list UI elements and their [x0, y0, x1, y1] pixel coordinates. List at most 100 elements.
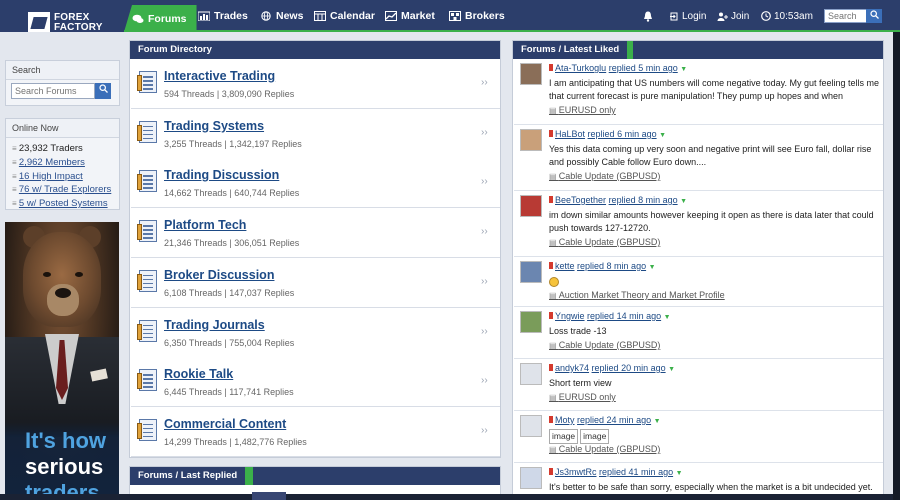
- forum-document-icon: [137, 269, 159, 294]
- post-username[interactable]: kette: [555, 261, 575, 271]
- clock-display[interactable]: 10:53am: [761, 0, 813, 32]
- post-username[interactable]: Moty: [555, 415, 575, 425]
- chevron-right-icon[interactable]: ››: [481, 326, 488, 337]
- thread-link[interactable]: Cable Update (GBPUSD): [549, 444, 661, 454]
- forum-title-link[interactable]: Platform Tech: [164, 218, 246, 232]
- thread-link[interactable]: Cable Update (GBPUSD): [549, 237, 661, 247]
- expand-triangle-icon[interactable]: ▼: [668, 366, 675, 373]
- tab-forums[interactable]: Forums: [124, 5, 197, 32]
- avatar[interactable]: [520, 311, 542, 333]
- avatar[interactable]: [520, 415, 542, 437]
- calendar-icon: [314, 11, 326, 21]
- smiley-icon: [549, 276, 559, 287]
- tab-trades[interactable]: Trades: [198, 5, 248, 27]
- avatar[interactable]: [520, 195, 542, 217]
- post-username[interactable]: andyk74: [555, 363, 589, 373]
- forum-stats: 6,350 Threads | 755,004 Replies: [164, 337, 295, 348]
- chevron-right-icon[interactable]: ››: [481, 127, 488, 138]
- taskbar-tab[interactable]: [252, 492, 286, 500]
- post-username[interactable]: HaLBot: [555, 129, 585, 139]
- tab-news[interactable]: News: [260, 5, 303, 27]
- avatar[interactable]: [520, 467, 542, 489]
- forum-row[interactable]: Commercial Content 14,299 Threads | 1,482…: [131, 406, 500, 457]
- forum-title-link[interactable]: Commercial Content: [164, 417, 286, 431]
- forum-title-link[interactable]: Trading Systems: [164, 119, 264, 133]
- notifications-bell[interactable]: [643, 0, 653, 32]
- latest-liked-panel: Forums / Latest Liked Ata-Turkoglu repli…: [512, 40, 884, 500]
- forum-stats: 6,108 Threads | 147,037 Replies: [164, 287, 295, 298]
- online-high-impact[interactable]: 16 High Impact: [12, 170, 113, 184]
- post-time[interactable]: replied 41 min ago: [599, 467, 673, 477]
- online-now-title: Online Now: [6, 119, 119, 138]
- forum-row[interactable]: Trading Journals 6,350 Threads | 755,004 …: [131, 307, 500, 358]
- forum-row[interactable]: Rookie Talk 6,445 Threads | 117,741 Repli…: [131, 357, 500, 408]
- forum-title-link[interactable]: Broker Discussion: [164, 268, 274, 282]
- image-attachment[interactable]: image: [549, 429, 579, 444]
- avatar[interactable]: [520, 129, 542, 151]
- post-username[interactable]: Yngwie: [555, 311, 585, 321]
- forum-search-button[interactable]: [95, 83, 111, 99]
- join-link[interactable]: Join: [717, 0, 749, 32]
- expand-triangle-icon[interactable]: ▼: [680, 198, 687, 205]
- post-time[interactable]: replied 24 min ago: [577, 415, 651, 425]
- forum-row[interactable]: Broker Discussion 6,108 Threads | 147,037…: [131, 257, 500, 308]
- forum-title-link[interactable]: Trading Journals: [164, 318, 265, 332]
- thread-link[interactable]: Cable Update (GBPUSD): [549, 340, 661, 350]
- post-time[interactable]: replied 8 min ago: [609, 195, 678, 205]
- chevron-right-icon[interactable]: ››: [481, 226, 488, 237]
- flag-icon: [549, 64, 553, 71]
- thread-link[interactable]: EURUSD only: [549, 392, 616, 402]
- post-time[interactable]: replied 14 min ago: [587, 311, 661, 321]
- post-text: Short term view: [549, 378, 612, 388]
- expand-triangle-icon[interactable]: ▼: [659, 132, 666, 139]
- liked-post: Ata-Turkoglu replied 5 min ago ▼ I am ant…: [514, 59, 883, 125]
- forum-document-icon: [137, 120, 159, 145]
- post-time[interactable]: replied 20 min ago: [592, 363, 666, 373]
- top-search-button[interactable]: [866, 9, 882, 23]
- forum-row[interactable]: Trading Systems 3,255 Threads | 1,342,197…: [131, 108, 500, 159]
- chevron-right-icon[interactable]: ››: [481, 176, 488, 187]
- thread-link[interactable]: Auction Market Theory and Market Profile: [549, 290, 725, 300]
- expand-triangle-icon[interactable]: ▼: [680, 66, 687, 73]
- liked-post: Yngwie replied 14 min ago ▼ Loss trade -1…: [514, 307, 883, 359]
- avatar[interactable]: [520, 63, 542, 85]
- post-time[interactable]: replied 8 min ago: [577, 261, 646, 271]
- login-link[interactable]: Login: [670, 0, 706, 32]
- tab-market[interactable]: Market: [385, 5, 435, 27]
- sidebar-advertisement[interactable]: It's how serious traders: [5, 222, 119, 500]
- chevron-right-icon[interactable]: ››: [481, 77, 488, 88]
- forum-title-link[interactable]: Trading Discussion: [164, 168, 279, 182]
- post-time[interactable]: replied 6 min ago: [588, 129, 657, 139]
- avatar[interactable]: [520, 261, 542, 283]
- online-trade-explorers[interactable]: 76 w/ Trade Explorers: [12, 183, 113, 197]
- thread-link[interactable]: EURUSD only: [549, 105, 616, 115]
- chevron-right-icon[interactable]: ››: [481, 375, 488, 386]
- chevron-right-icon[interactable]: ››: [481, 425, 488, 436]
- forum-title-link[interactable]: Rookie Talk: [164, 367, 233, 381]
- avatar[interactable]: [520, 363, 542, 385]
- online-posted-systems[interactable]: 5 w/ Posted Systems: [12, 197, 113, 211]
- forum-row[interactable]: Trading Discussion 14,662 Threads | 640,7…: [131, 158, 500, 209]
- online-members[interactable]: 2,962 Members: [12, 156, 113, 170]
- bottom-taskbar: [0, 494, 893, 500]
- expand-triangle-icon[interactable]: ▼: [654, 418, 661, 425]
- tab-calendar[interactable]: Calendar: [314, 5, 375, 27]
- online-now-box: Online Now 23,932 Traders 2,962 Members …: [5, 118, 120, 210]
- expand-triangle-icon[interactable]: ▼: [649, 264, 656, 271]
- tab-brokers[interactable]: Brokers: [449, 5, 505, 27]
- forum-search-input[interactable]: [11, 83, 95, 99]
- post-meta: BeeTogether replied 8 min ago ▼: [549, 195, 687, 205]
- forum-row[interactable]: Interactive Trading 594 Threads | 3,809,0…: [131, 59, 500, 109]
- forum-row[interactable]: Platform Tech 21,346 Threads | 306,051 Re…: [131, 208, 500, 259]
- expand-triangle-icon[interactable]: ▼: [676, 470, 683, 477]
- post-username[interactable]: BeeTogether: [555, 195, 606, 205]
- thread-link[interactable]: Cable Update (GBPUSD): [549, 171, 661, 181]
- forum-title-link[interactable]: Interactive Trading: [164, 69, 275, 83]
- post-username[interactable]: Js3mwtRc: [555, 467, 597, 477]
- chevron-right-icon[interactable]: ››: [481, 276, 488, 287]
- post-time[interactable]: replied 5 min ago: [609, 63, 678, 73]
- expand-triangle-icon[interactable]: ▼: [664, 314, 671, 321]
- image-attachment[interactable]: image: [580, 429, 610, 444]
- post-username[interactable]: Ata-Turkoglu: [555, 63, 606, 73]
- post-meta: HaLBot replied 6 min ago ▼: [549, 129, 666, 139]
